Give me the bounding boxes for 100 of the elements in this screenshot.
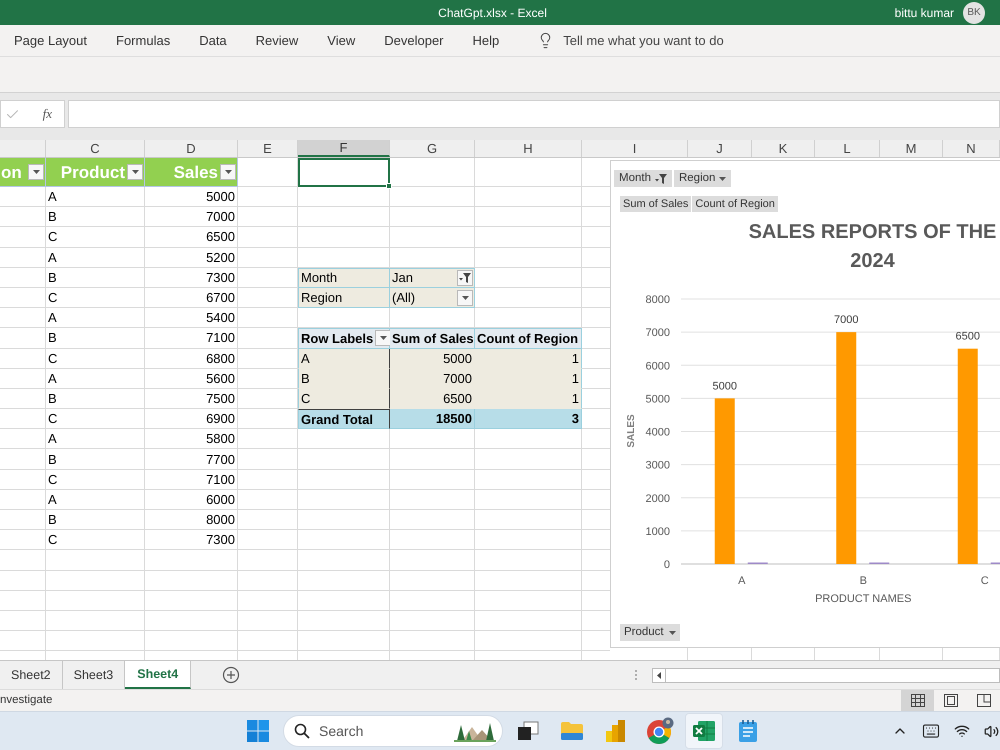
pivot-value-cell[interactable]: 6500 <box>390 388 475 410</box>
empty-cell[interactable] <box>298 550 390 571</box>
view-button[interactable] <box>901 690 934 711</box>
table-cell[interactable]: 7000 <box>145 207 238 228</box>
empty-cell[interactable] <box>390 610 475 632</box>
empty-cell[interactable] <box>0 470 46 490</box>
menu-tab[interactable]: Page Layout <box>14 30 88 50</box>
empty-cell[interactable] <box>238 490 298 510</box>
table-cell[interactable]: B <box>46 510 145 530</box>
empty-cell[interactable] <box>298 470 390 490</box>
filter-dropdown-button[interactable] <box>220 164 236 180</box>
fill-handle-icon[interactable] <box>386 183 392 189</box>
bar[interactable] <box>836 332 856 564</box>
column-header[interactable]: I <box>582 140 688 157</box>
empty-cell[interactable] <box>298 570 390 591</box>
empty-cell[interactable] <box>298 490 390 510</box>
empty-cell[interactable] <box>238 610 298 632</box>
empty-cell[interactable] <box>298 207 390 228</box>
table-cell[interactable]: C <box>46 348 145 369</box>
empty-cell[interactable] <box>298 631 390 652</box>
empty-cell[interactable] <box>0 449 46 470</box>
bar[interactable] <box>714 398 735 564</box>
table-cell[interactable]: 7500 <box>145 388 238 410</box>
chart-field-button[interactable]: Month <box>614 170 672 187</box>
table-cell[interactable]: 7100 <box>145 328 238 348</box>
empty-cell[interactable] <box>0 187 46 208</box>
chart-value-button[interactable]: Count of Region <box>692 196 778 212</box>
empty-cell[interactable] <box>390 590 475 611</box>
column-header[interactable]: J <box>688 140 752 157</box>
table-cell[interactable]: A <box>46 368 145 389</box>
empty-cell[interactable] <box>475 590 582 611</box>
empty-cell[interactable] <box>390 158 475 187</box>
empty-cell[interactable] <box>390 570 475 591</box>
empty-cell[interactable] <box>238 207 298 228</box>
menu-tab[interactable]: Data <box>199 30 227 50</box>
pivot-total-cell[interactable]: 18500 <box>390 409 475 430</box>
table-cell[interactable]: 6800 <box>145 348 238 369</box>
empty-cell[interactable] <box>475 550 582 571</box>
empty-cell[interactable] <box>238 227 298 248</box>
empty-cell[interactable] <box>46 631 145 652</box>
empty-cell[interactable] <box>145 631 238 652</box>
empty-cell[interactable] <box>238 429 298 450</box>
column-header[interactable]: F <box>298 140 390 157</box>
wifi-icon[interactable] <box>954 723 970 739</box>
empty-cell[interactable] <box>46 590 145 611</box>
vertical-dots-icon[interactable] <box>634 669 638 681</box>
empty-cell[interactable] <box>0 207 46 228</box>
empty-cell[interactable] <box>298 187 390 208</box>
empty-cell[interactable] <box>475 187 582 208</box>
empty-cell[interactable] <box>46 550 145 571</box>
empty-cell[interactable] <box>390 530 475 550</box>
chart-axis-button[interactable]: Product <box>620 624 680 641</box>
table-cell[interactable]: 6900 <box>145 409 238 430</box>
menu-tab[interactable]: Formulas <box>116 30 170 50</box>
empty-cell[interactable] <box>390 207 475 228</box>
chart-field-button[interactable]: Region <box>674 170 732 187</box>
pivot-value-cell[interactable]: 1 <box>475 388 582 410</box>
empty-cell[interactable] <box>0 610 46 632</box>
table-cell[interactable]: B <box>46 328 145 348</box>
empty-cell[interactable] <box>390 429 475 450</box>
empty-cell[interactable] <box>238 510 298 530</box>
empty-cell[interactable] <box>298 429 390 450</box>
empty-cell[interactable] <box>0 388 46 410</box>
pivot-total-label[interactable]: Grand Total <box>298 409 390 430</box>
empty-cell[interactable] <box>298 510 390 530</box>
empty-cell[interactable] <box>0 248 46 268</box>
empty-cell[interactable] <box>475 429 582 450</box>
empty-cell[interactable] <box>145 610 238 632</box>
table-cell[interactable]: 6000 <box>145 490 238 510</box>
table-cell[interactable]: 7300 <box>145 530 238 550</box>
empty-cell[interactable] <box>475 227 582 248</box>
table-cell[interactable]: A <box>46 490 145 510</box>
table-cell[interactable]: 5400 <box>145 308 238 328</box>
table-cell[interactable]: A <box>46 429 145 450</box>
table-cell[interactable]: 7300 <box>145 268 238 288</box>
menu-tab[interactable]: Help <box>472 30 500 50</box>
table-cell[interactable]: 5600 <box>145 368 238 389</box>
table-cell[interactable]: C <box>46 530 145 550</box>
column-header[interactable]: L <box>815 140 880 157</box>
pivot-value-cell[interactable]: 1 <box>475 368 582 389</box>
column-header[interactable]: M <box>880 140 943 157</box>
empty-cell[interactable] <box>238 470 298 490</box>
table-cell[interactable]: B <box>46 268 145 288</box>
table-cell[interactable]: B <box>46 388 145 410</box>
pivot-header-cell[interactable]: Row Labels <box>298 328 390 348</box>
table-cell[interactable]: C <box>46 470 145 490</box>
empty-cell[interactable] <box>298 227 390 248</box>
column-header[interactable]: H <box>475 140 582 157</box>
empty-cell[interactable] <box>390 510 475 530</box>
empty-cell[interactable] <box>0 328 46 348</box>
empty-cell[interactable] <box>475 510 582 530</box>
empty-cell[interactable] <box>238 449 298 470</box>
empty-cell[interactable] <box>0 570 46 591</box>
empty-cell[interactable] <box>145 570 238 591</box>
table-cell[interactable]: 7100 <box>145 470 238 490</box>
chart-value-button[interactable]: Sum of Sales <box>620 196 692 212</box>
table-cell[interactable]: 5800 <box>145 429 238 450</box>
insert-function-button[interactable]: fx <box>42 104 52 124</box>
empty-cell[interactable] <box>238 248 298 268</box>
empty-cell[interactable] <box>390 550 475 571</box>
